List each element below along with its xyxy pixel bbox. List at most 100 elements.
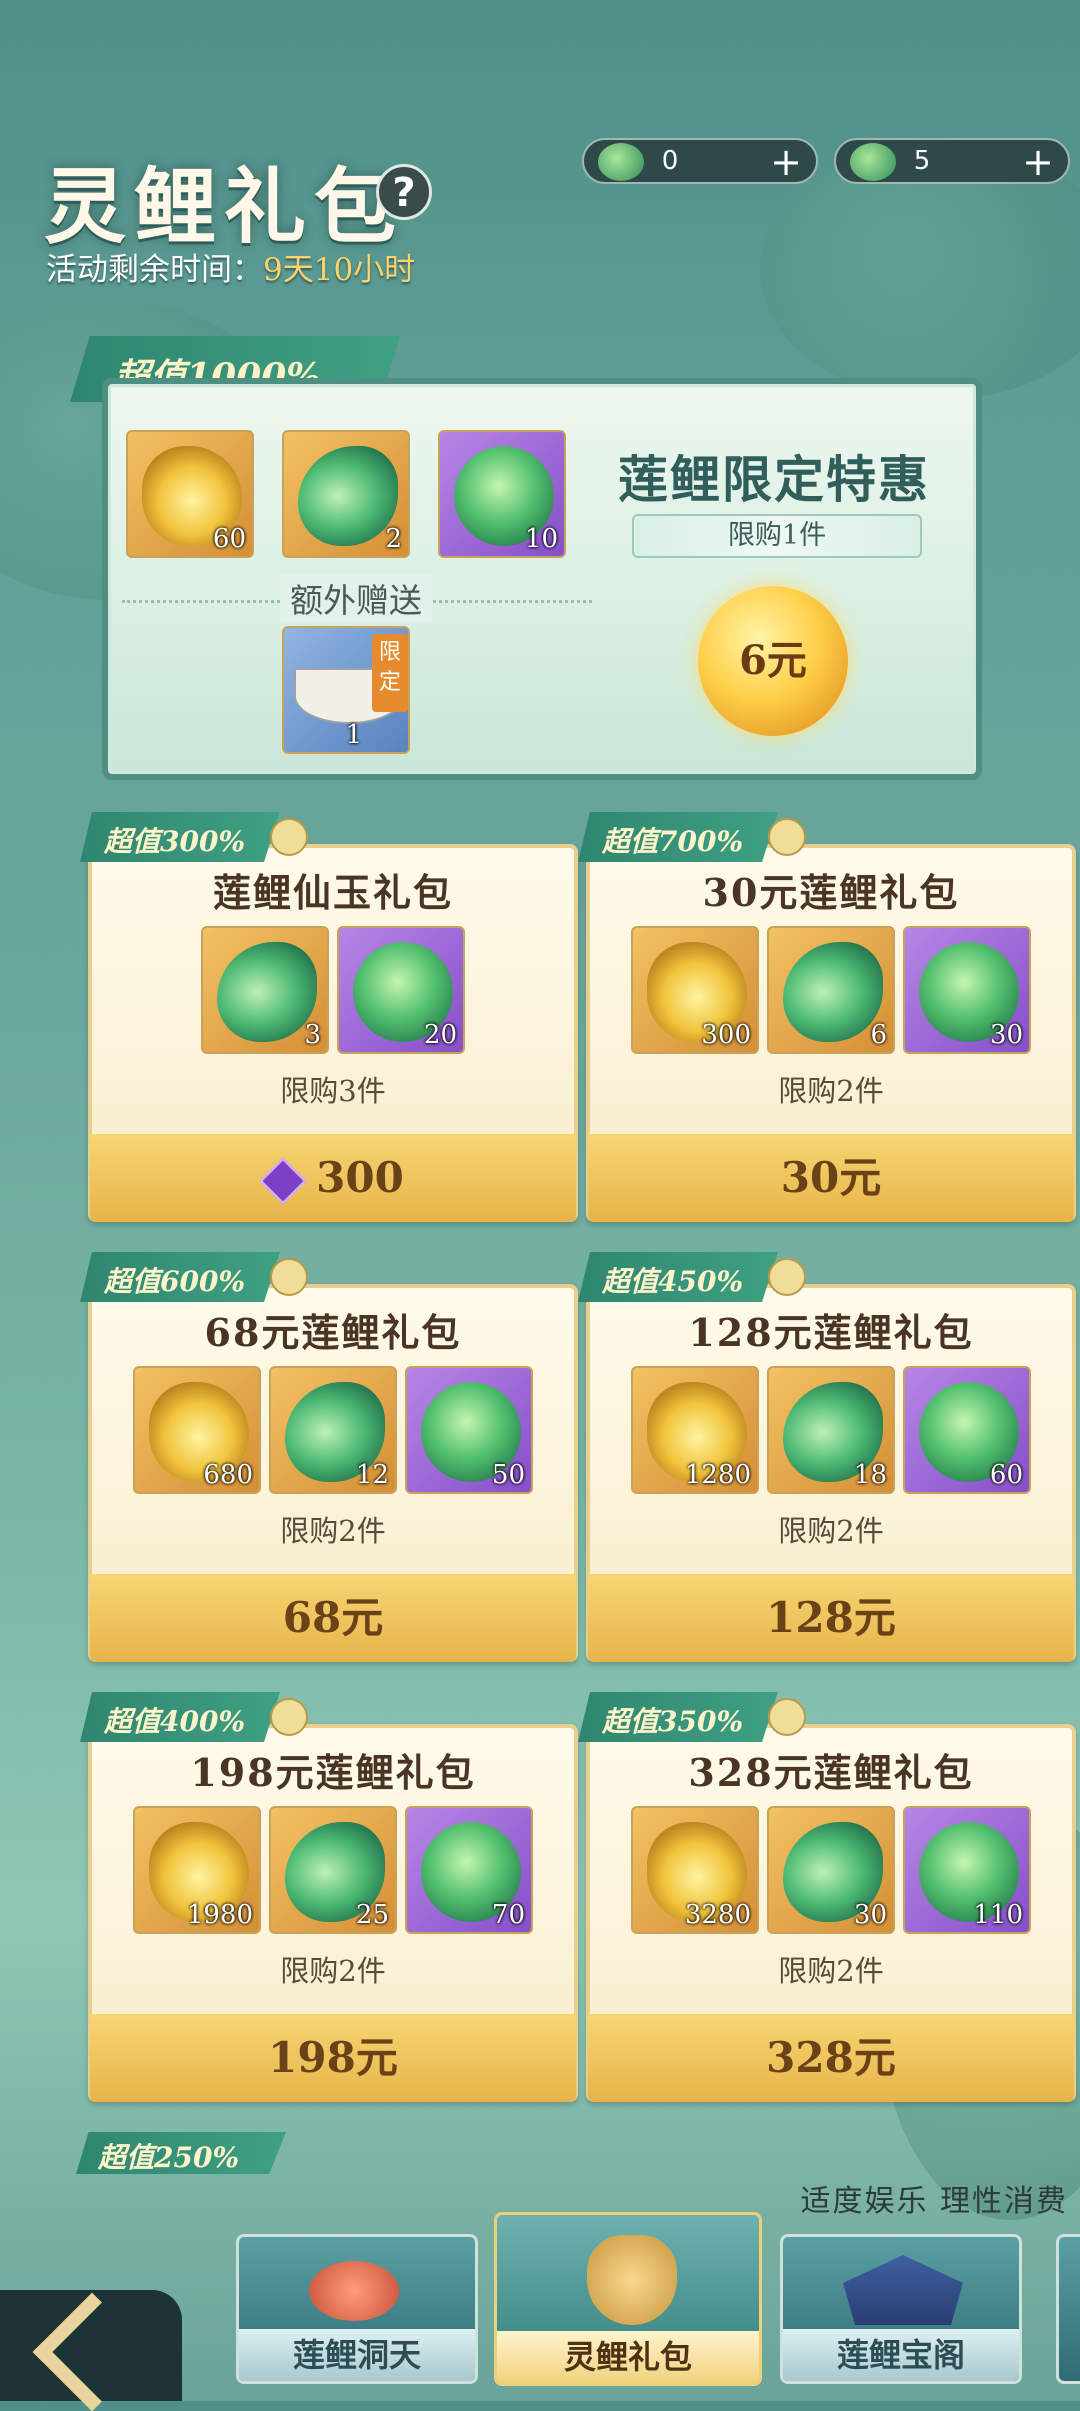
item-slot[interactable]: 2 xyxy=(282,430,410,558)
item-slot[interactable]: 300 xyxy=(631,926,759,1054)
value-badge: 超值600% xyxy=(80,1252,280,1302)
help-icon[interactable]: ? xyxy=(376,164,432,220)
item-count: 3280 xyxy=(684,1900,751,1930)
tab-more[interactable] xyxy=(1056,2234,1080,2384)
item-count: 1 xyxy=(345,720,362,750)
value-badge: 超值250% xyxy=(76,2132,286,2174)
item-slot[interactable]: 12 xyxy=(269,1366,397,1494)
item-count: 60 xyxy=(212,524,246,554)
item-count: 10 xyxy=(524,524,558,554)
tab-lotus-koi-grotto[interactable]: 莲鲤洞天 xyxy=(236,2234,478,2384)
pack-card[interactable]: 超值700% 30元莲鲤礼包 300 6 30 限购2件 30元 xyxy=(578,812,1076,1222)
add-currency-button[interactable]: + xyxy=(770,140,802,184)
item-slot[interactable]: 110 xyxy=(903,1806,1031,1934)
purchase-limit: 限购3件 xyxy=(280,1074,386,1108)
gift-bag-icon xyxy=(587,2235,677,2325)
currency-value: 5 xyxy=(913,146,931,176)
currency-koi-token: 0 + xyxy=(582,138,818,184)
buy-button[interactable]: 128元 xyxy=(588,1574,1074,1662)
buy-button[interactable]: 300 xyxy=(90,1134,576,1222)
pack-card[interactable]: 超值400% 198元莲鲤礼包 1980 25 70 限购2件 198元 xyxy=(80,1692,578,2102)
item-count: 20 xyxy=(423,1020,457,1050)
item-slot[interactable]: 1980 xyxy=(133,1806,261,1934)
item-count: 1280 xyxy=(684,1460,751,1490)
pavilion-icon xyxy=(843,2255,963,2325)
item-slot[interactable]: 680 xyxy=(133,1366,261,1494)
item-slot[interactable]: 50 xyxy=(405,1366,533,1494)
green-koi-icon xyxy=(783,942,883,1042)
extra-gift-label: 额外赠送 xyxy=(280,574,432,622)
timer-label: 活动剩余时间： xyxy=(46,252,263,288)
gaming-notice: 适度娱乐 理性消费 xyxy=(800,2184,1068,2219)
back-button[interactable] xyxy=(0,2290,182,2411)
currency-value: 0 xyxy=(661,146,679,176)
buy-button[interactable]: 328元 xyxy=(588,2014,1074,2102)
item-count: 6 xyxy=(870,1020,887,1050)
moon-ornament xyxy=(768,1258,806,1296)
item-count: 2 xyxy=(385,524,402,554)
pack-card[interactable]: 超值450% 128元莲鲤礼包 1280 18 60 限购2件 128元 xyxy=(578,1252,1076,1662)
item-count: 70 xyxy=(491,1900,525,1930)
purchase-limit: 限购2件 xyxy=(778,1074,884,1108)
item-count: 680 xyxy=(203,1460,253,1490)
pack-name: 128元莲鲤礼包 xyxy=(688,1310,974,1355)
purchase-limit: 限购2件 xyxy=(280,1954,386,1988)
buy-button[interactable]: 198元 xyxy=(90,2014,576,2102)
moon-ornament xyxy=(270,1698,308,1736)
pack-card[interactable]: 超值300% 莲鲤仙玉礼包 3 20 限购3件 300 xyxy=(80,812,578,1222)
tab-label: 莲鲤洞天 xyxy=(239,2329,475,2381)
pack-name: 30元莲鲤礼包 xyxy=(702,870,960,915)
page-title: 灵鲤礼包 xyxy=(44,159,405,255)
item-slot[interactable]: 6 xyxy=(767,926,895,1054)
pack-card[interactable]: 超值350% 328元莲鲤礼包 3280 30 110 限购2件 328元 xyxy=(578,1692,1076,2102)
item-slot[interactable]: 3280 xyxy=(631,1806,759,1934)
item-count: 3 xyxy=(304,1020,321,1050)
item-count: 25 xyxy=(355,1900,389,1930)
featured-pack-name: 莲鲤限定特惠 xyxy=(618,450,930,509)
featured-pack-card[interactable]: 60 2 10 额外赠送 限定 1 莲鲤限定特惠 限购1件 6元 xyxy=(102,378,982,780)
item-count: 30 xyxy=(989,1020,1023,1050)
moon-ornament xyxy=(270,1258,308,1296)
item-slot[interactable]: 30 xyxy=(903,926,1031,1054)
item-count: 1980 xyxy=(186,1900,253,1930)
item-count: 110 xyxy=(973,1900,1023,1930)
purchase-limit: 限购2件 xyxy=(778,1954,884,1988)
purchase-limit: 限购1件 xyxy=(632,514,922,558)
item-slot[interactable]: 20 xyxy=(337,926,465,1054)
limited-tag: 限定 xyxy=(372,634,408,712)
pack-card[interactable]: 超值600% 68元莲鲤礼包 680 12 50 限购2件 68元 xyxy=(80,1252,578,1662)
tab-label: 莲鲤宝阁 xyxy=(783,2329,1019,2381)
back-arrow-icon xyxy=(32,2292,152,2411)
add-currency-button[interactable]: + xyxy=(1022,140,1054,184)
pack-name: 328元莲鲤礼包 xyxy=(688,1750,974,1795)
buy-button[interactable]: 30元 xyxy=(588,1134,1074,1222)
item-slot[interactable]: 限定 1 xyxy=(282,626,410,754)
item-slot[interactable]: 3 xyxy=(201,926,329,1054)
item-slot[interactable]: 60 xyxy=(903,1366,1031,1494)
buy-button[interactable]: 68元 xyxy=(90,1574,576,1662)
tab-koi-packs[interactable]: 灵鲤礼包 xyxy=(494,2212,762,2386)
purchase-limit: 限购2件 xyxy=(778,1514,884,1548)
tab-lotus-koi-treasury[interactable]: 莲鲤宝阁 xyxy=(780,2234,1022,2384)
price-button[interactable]: 6元 xyxy=(698,586,848,736)
item-slot[interactable]: 25 xyxy=(269,1806,397,1934)
item-count: 300 xyxy=(701,1020,751,1050)
green-koi-icon xyxy=(298,446,398,546)
currency-lotus-leaf: 5 + xyxy=(834,138,1070,184)
item-slot[interactable]: 30 xyxy=(767,1806,895,1934)
item-count: 60 xyxy=(989,1460,1023,1490)
purchase-limit: 限购2件 xyxy=(280,1514,386,1548)
value-badge: 超值700% xyxy=(578,812,778,862)
item-slot[interactable]: 18 xyxy=(767,1366,895,1494)
value-badge: 超值300% xyxy=(80,812,280,862)
item-slot[interactable]: 10 xyxy=(438,430,566,558)
jade-gem-icon xyxy=(259,1157,307,1205)
koi-fish-icon xyxy=(309,2261,399,2321)
item-slot[interactable]: 1280 xyxy=(631,1366,759,1494)
pack-name: 198元莲鲤礼包 xyxy=(190,1750,476,1795)
pack-name: 莲鲤仙玉礼包 xyxy=(212,870,453,915)
item-count: 18 xyxy=(853,1460,887,1490)
item-slot[interactable]: 60 xyxy=(126,430,254,558)
item-count: 50 xyxy=(491,1460,525,1490)
item-slot[interactable]: 70 xyxy=(405,1806,533,1934)
